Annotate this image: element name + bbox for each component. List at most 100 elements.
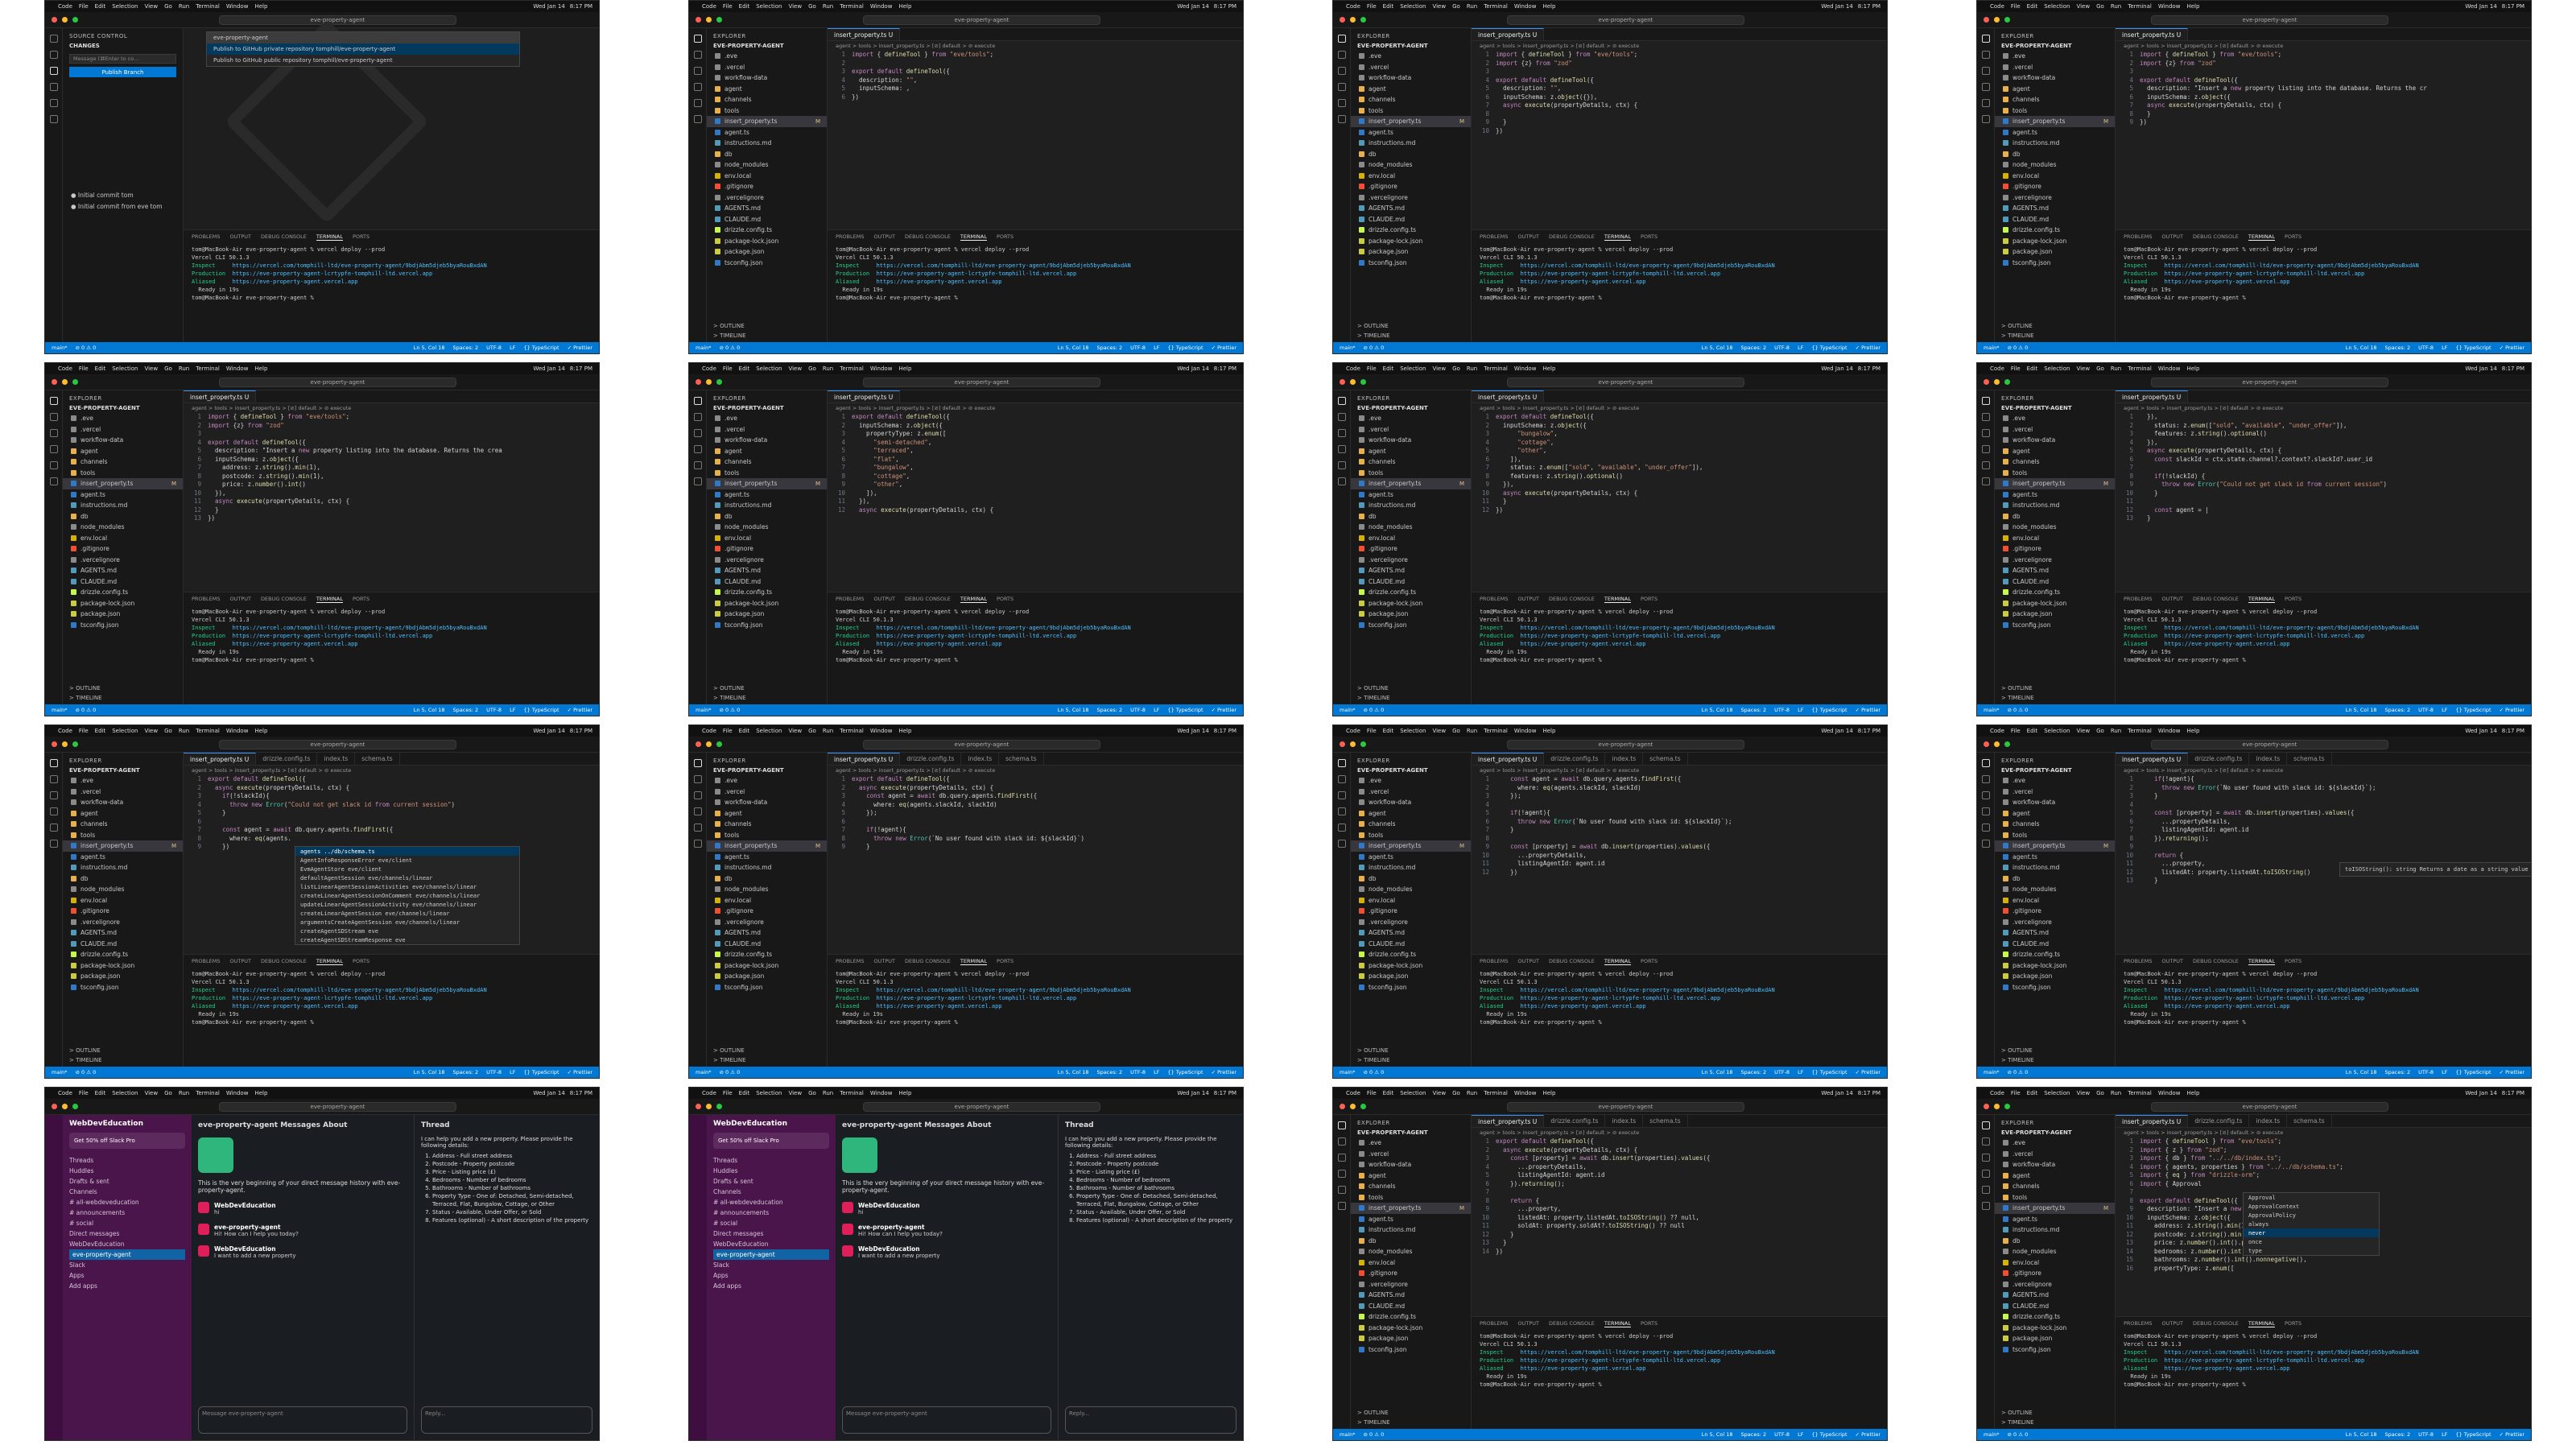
tree-item[interactable]: db bbox=[1995, 511, 2115, 522]
breadcrumb[interactable]: agent > tools > insert_property.ts > [⊘]… bbox=[184, 766, 599, 775]
tree-item[interactable]: .vercelignore bbox=[1351, 1279, 1471, 1290]
status-item[interactable]: ⊘ 0 ⚠ 0 bbox=[2008, 345, 2029, 351]
menu-item-window[interactable]: Window bbox=[2158, 728, 2181, 734]
tree-item[interactable]: CLAUDE.md bbox=[1351, 939, 1471, 950]
tree-item[interactable]: agent.ts bbox=[63, 852, 183, 863]
panel-tab-problems[interactable]: PROBLEMS bbox=[2124, 596, 2152, 603]
tree-item[interactable]: CLAUDE.md bbox=[1995, 214, 2115, 225]
panel-tab-ports[interactable]: PORTS bbox=[353, 596, 369, 603]
explorer-root[interactable]: EVE-PROPERTY-AGENT bbox=[707, 41, 827, 51]
outline-section[interactable]: > OUTLINE bbox=[1351, 1046, 1471, 1055]
tree-item[interactable]: .eve bbox=[1351, 1137, 1471, 1149]
tree-item[interactable]: workflow-data bbox=[63, 435, 183, 446]
minimize-window-button[interactable] bbox=[1994, 741, 2000, 747]
tab-insert-property[interactable]: insert_property.ts U bbox=[2116, 1115, 2189, 1127]
terminal[interactable]: tom@MacBook-Air eve-property-agent % ver… bbox=[1472, 606, 1887, 666]
extensions-icon[interactable] bbox=[1981, 99, 1990, 107]
tree-item[interactable]: drizzle.config.ts bbox=[1995, 587, 2115, 598]
search-icon[interactable] bbox=[49, 51, 58, 59]
tree-item[interactable]: drizzle.config.ts bbox=[1351, 587, 1471, 598]
menu-item-file[interactable]: File bbox=[79, 365, 89, 372]
explorer-root[interactable]: EVE-PROPERTY-AGENT bbox=[707, 403, 827, 413]
explorer-icon[interactable] bbox=[49, 397, 58, 405]
source-control-icon[interactable] bbox=[1337, 791, 1346, 799]
explorer-icon[interactable] bbox=[1981, 35, 1990, 43]
breadcrumb[interactable]: agent > tools > insert_property.ts > [⊘]… bbox=[2116, 41, 2531, 51]
status-item[interactable]: ⊘ 0 ⚠ 0 bbox=[2008, 1069, 2029, 1075]
tree-item[interactable]: agent.ts bbox=[1995, 127, 2115, 138]
tree-item[interactable]: instructions.md bbox=[1995, 138, 2115, 149]
code-editor[interactable]: insert_property.ts Uagent > tools > inse… bbox=[1472, 390, 1887, 592]
terminal[interactable]: tom@MacBook-Air eve-property-agent % ver… bbox=[828, 968, 1243, 1028]
tree-item[interactable]: drizzle.config.ts bbox=[1351, 225, 1471, 236]
search-icon[interactable] bbox=[693, 413, 702, 421]
tree-item[interactable]: .eve bbox=[707, 413, 827, 424]
panel-tab-ports[interactable]: PORTS bbox=[997, 233, 1013, 241]
tree-item[interactable]: channels bbox=[707, 456, 827, 468]
autocomplete-item[interactable]: argumentsCreateAgentSession eve/channels… bbox=[295, 918, 519, 927]
search-icon[interactable] bbox=[1981, 775, 1990, 783]
menu-item-help[interactable]: Help bbox=[254, 3, 267, 10]
source-control-icon[interactable] bbox=[49, 791, 58, 799]
tree-item[interactable]: instructions.md bbox=[1351, 862, 1471, 873]
status-item[interactable]: UTF-8 bbox=[1130, 345, 1146, 351]
status-item[interactable]: ⊘ 0 ⚠ 0 bbox=[720, 345, 741, 351]
close-window-button[interactable] bbox=[696, 1104, 701, 1109]
tree-item[interactable]: .eve bbox=[1995, 1137, 2115, 1149]
menu-item-help[interactable]: Help bbox=[898, 365, 911, 372]
tree-item[interactable]: tools bbox=[1995, 1192, 2115, 1203]
tree-item[interactable]: agent bbox=[1995, 446, 2115, 457]
status-item[interactable]: Spaces: 2 bbox=[1741, 1431, 1767, 1438]
tree-item[interactable]: agent.ts bbox=[1995, 852, 2115, 863]
tree-item[interactable]: .gitignore bbox=[63, 543, 183, 555]
tree-item[interactable]: .vercel bbox=[707, 786, 827, 798]
panel-tab-output[interactable]: OUTPUT bbox=[229, 958, 251, 965]
remote-icon[interactable] bbox=[1337, 115, 1346, 123]
tree-item[interactable]: .vercelignore bbox=[1351, 917, 1471, 928]
menu-item-run[interactable]: Run bbox=[179, 365, 189, 372]
panel-tab-problems[interactable]: PROBLEMS bbox=[192, 233, 220, 241]
panel-tab-terminal[interactable]: TERMINAL bbox=[1604, 958, 1631, 965]
menu-item-help[interactable]: Help bbox=[2186, 365, 2199, 372]
panel-tab-terminal[interactable]: TERMINAL bbox=[1604, 233, 1631, 241]
tree-item[interactable]: agent bbox=[1351, 84, 1471, 95]
menu-item-view[interactable]: View bbox=[2076, 365, 2090, 372]
menu-item-view[interactable]: View bbox=[2076, 728, 2090, 734]
close-window-button[interactable] bbox=[52, 1104, 57, 1109]
menu-item-file[interactable]: File bbox=[723, 1090, 733, 1096]
zoom-window-button[interactable] bbox=[1360, 17, 1366, 23]
tree-item[interactable]: .vercelignore bbox=[63, 917, 183, 928]
status-item[interactable]: LF bbox=[1154, 707, 1159, 713]
status-item[interactable]: UTF-8 bbox=[486, 1069, 502, 1075]
tree-item[interactable]: .gitignore bbox=[707, 906, 827, 917]
panel-tab-terminal[interactable]: TERMINAL bbox=[960, 596, 987, 603]
status-item[interactable]: {} TypeScript bbox=[2455, 1069, 2491, 1075]
menu-item-go[interactable]: Go bbox=[2096, 3, 2104, 10]
run-debug-icon[interactable] bbox=[1337, 1170, 1346, 1178]
sender-name[interactable]: WebDevEducation bbox=[858, 1202, 920, 1209]
tree-item[interactable]: .vercel bbox=[1995, 786, 2115, 798]
tree-item[interactable]: db bbox=[707, 149, 827, 160]
tree-item[interactable]: tools bbox=[707, 830, 827, 841]
close-window-button[interactable] bbox=[1984, 379, 1989, 385]
menu-item-terminal[interactable]: Terminal bbox=[840, 365, 864, 372]
tree-item[interactable]: CLAUDE.md bbox=[707, 214, 827, 225]
remote-icon[interactable] bbox=[1337, 1202, 1346, 1210]
tree-item[interactable]: .vercel bbox=[1995, 62, 2115, 73]
panel-tab-problems[interactable]: PROBLEMS bbox=[836, 233, 864, 241]
status-item[interactable]: Spaces: 2 bbox=[1097, 707, 1123, 713]
panel-tab-ports[interactable]: PORTS bbox=[1641, 233, 1657, 241]
panel-tab-terminal[interactable]: TERMINAL bbox=[960, 233, 987, 241]
quick-pick-input[interactable]: eve-property-agent bbox=[207, 32, 519, 43]
tree-item[interactable]: tsconfig.json bbox=[63, 620, 183, 631]
slack-nav-item[interactable]: Direct messages bbox=[713, 1228, 829, 1239]
explorer-root[interactable]: EVE-PROPERTY-AGENT bbox=[1351, 766, 1471, 775]
menu-item-edit[interactable]: Edit bbox=[95, 1090, 106, 1096]
search-icon[interactable] bbox=[1337, 413, 1346, 421]
tree-item[interactable]: CLAUDE.md bbox=[1995, 939, 2115, 950]
menu-item-edit[interactable]: Edit bbox=[2027, 1090, 2038, 1096]
tree-item[interactable]: package.json bbox=[1351, 971, 1471, 982]
status-item[interactable]: Spaces: 2 bbox=[453, 707, 479, 713]
workspace-name[interactable]: WebDevEducation bbox=[713, 1120, 829, 1128]
autocomplete-item[interactable]: AgentInfoResponseError eve/client bbox=[295, 856, 519, 865]
